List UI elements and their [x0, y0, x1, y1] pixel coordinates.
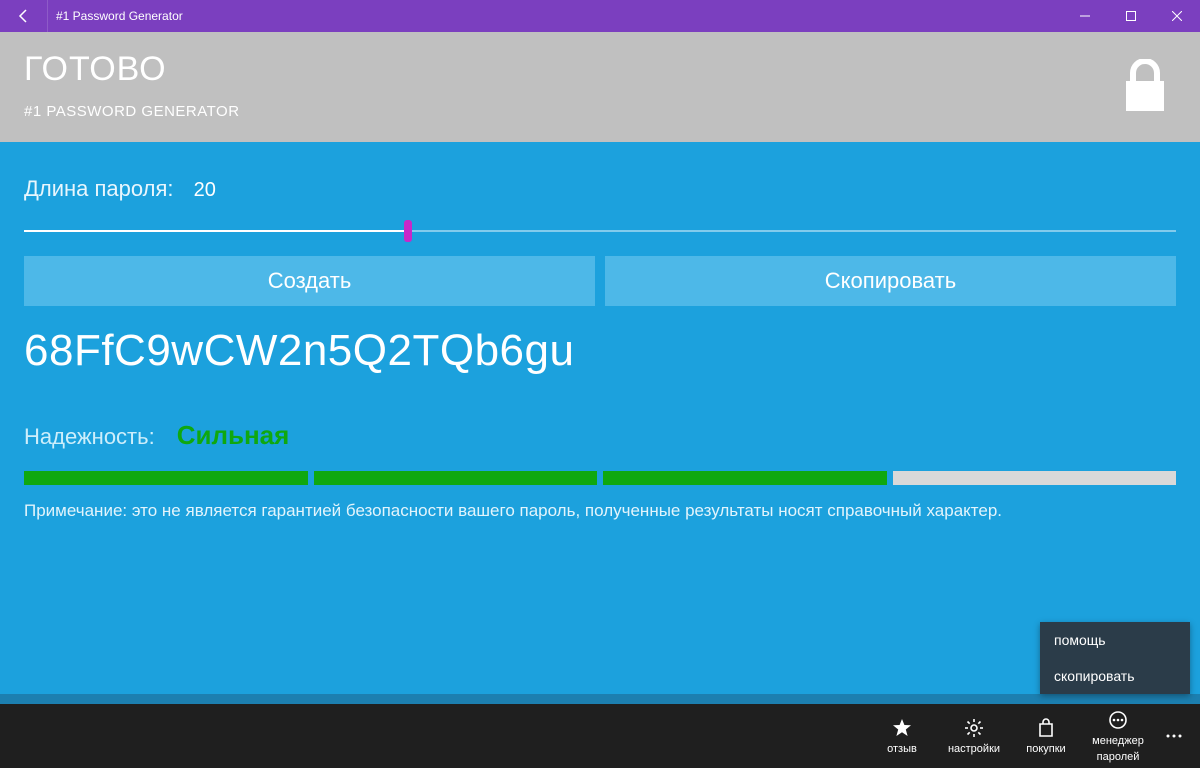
strength-row: Надежность: Сильная [24, 420, 1176, 451]
bottom-bar: отзыв настройки покупки менеджер паролей [0, 704, 1200, 768]
generated-password: 68FfC9wCW2n5Q2TQb6gu [24, 326, 1176, 376]
copy-button[interactable]: Скопировать [605, 256, 1176, 306]
slider-track-empty [408, 230, 1176, 232]
nav-settings[interactable]: настройки [938, 717, 1010, 755]
length-label: Длина пароля: [24, 176, 174, 201]
slider-track-filled [24, 230, 408, 232]
nav-settings-label: настройки [948, 743, 1000, 755]
strength-label: Надежность: [24, 424, 155, 450]
accent-strip [0, 694, 1200, 704]
nav-manager-label-1: менеджер [1092, 735, 1144, 747]
nav-purchases[interactable]: покупки [1010, 717, 1082, 755]
strength-bar-4 [893, 471, 1177, 485]
disclaimer-note: Примечание: это не является гарантией бе… [24, 501, 1176, 521]
nav-review-label: отзыв [887, 743, 917, 755]
strength-value: Сильная [177, 420, 290, 451]
overflow-help[interactable]: помощь [1040, 622, 1190, 658]
header: ГОТОВО #1 PASSWORD GENERATOR [0, 32, 1200, 142]
strength-bar-1 [24, 471, 308, 485]
strength-bar-2 [314, 471, 598, 485]
nav-review[interactable]: отзыв [866, 717, 938, 755]
overflow-copy[interactable]: скопировать [1040, 658, 1190, 694]
titlebar: #1 Password Generator [0, 0, 1200, 32]
back-button[interactable] [0, 0, 48, 32]
slider-handle[interactable] [404, 220, 412, 242]
maximize-button[interactable] [1108, 0, 1154, 32]
app-subtitle: #1 PASSWORD GENERATOR [24, 103, 1176, 120]
button-row: Создать Скопировать [24, 256, 1176, 306]
status-title: ГОТОВО [24, 50, 1176, 89]
window-controls [1062, 0, 1200, 32]
length-value: 20 [194, 179, 216, 202]
generate-button[interactable]: Создать [24, 256, 595, 306]
window-title: #1 Password Generator [48, 9, 1062, 23]
star-icon [892, 717, 912, 739]
nav-manager-label-2: паролей [1097, 751, 1140, 763]
strength-bars [24, 471, 1176, 485]
bag-icon [1036, 717, 1056, 739]
nav-purchases-label: покупки [1026, 743, 1065, 755]
minimize-button[interactable] [1062, 0, 1108, 32]
overflow-menu: помощь скопировать [1040, 622, 1190, 694]
close-button[interactable] [1154, 0, 1200, 32]
gear-icon [964, 717, 984, 739]
more-horizontal-icon [1108, 709, 1128, 731]
lock-icon [1120, 59, 1170, 115]
length-row: Длина пароля: 20 [24, 176, 1176, 202]
length-slider[interactable] [24, 220, 1176, 242]
nav-password-manager[interactable]: менеджер паролей [1082, 709, 1154, 763]
app-window: #1 Password Generator ГОТОВО #1 PASSWORD… [0, 0, 1200, 768]
strength-bar-3 [603, 471, 887, 485]
main-panel: Длина пароля: 20 Создать Скопировать 68F… [0, 142, 1200, 694]
more-button[interactable] [1154, 704, 1194, 768]
